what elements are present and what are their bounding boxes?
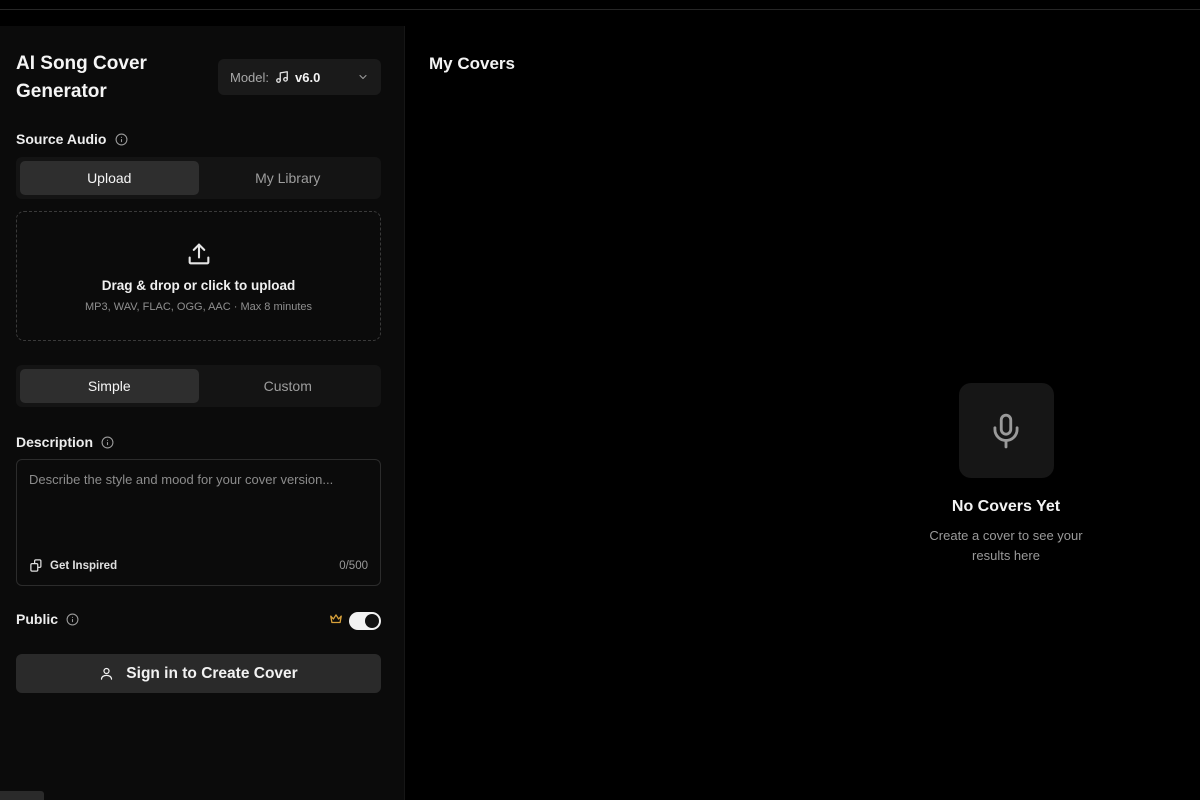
description-label: Description xyxy=(16,434,94,450)
microphone-icon-box xyxy=(958,383,1054,478)
description-input[interactable] xyxy=(17,460,380,550)
sign-in-label: Sign in to Create Cover xyxy=(126,664,298,682)
dropzone-formats: MP3, WAV, FLAC, OGG, AAC · Max 8 minutes xyxy=(85,300,312,313)
empty-state: No Covers Yet Create a cover to see your… xyxy=(906,383,1106,566)
source-tabs: Upload My Library xyxy=(16,157,381,199)
info-icon[interactable] xyxy=(66,613,79,626)
info-icon[interactable] xyxy=(115,133,128,146)
get-inspired-button[interactable]: Get Inspired xyxy=(29,558,117,573)
sign-in-create-cover-button[interactable]: Sign in to Create Cover xyxy=(16,654,381,693)
covers-title: My Covers xyxy=(429,54,515,73)
music-note-icon xyxy=(275,70,289,84)
public-toggle[interactable] xyxy=(349,612,381,630)
app-title: AI Song Cover Generator xyxy=(16,53,147,102)
dropzone-title: Drag & drop or click to upload xyxy=(101,277,296,293)
upload-icon xyxy=(185,240,213,268)
toggle-knob xyxy=(365,614,379,628)
model-select[interactable]: Model: v6.0 xyxy=(218,59,381,95)
top-bar xyxy=(0,0,1200,10)
covers-panel: My Covers No Covers Yet Create a cover t… xyxy=(406,26,1200,800)
user-icon xyxy=(99,666,114,681)
upload-dropzone[interactable]: Drag & drop or click to upload MP3, WAV,… xyxy=(16,211,381,341)
tab-custom[interactable]: Custom xyxy=(199,369,378,403)
crown-icon xyxy=(329,612,343,626)
get-inspired-label: Get Inspired xyxy=(50,559,118,572)
empty-title: No Covers Yet xyxy=(951,498,1061,515)
model-version: v6.0 xyxy=(295,69,321,85)
microphone-icon xyxy=(987,412,1025,450)
empty-subtitle: Create a cover to see your results here xyxy=(929,528,1083,563)
info-icon[interactable] xyxy=(101,436,114,449)
tab-my-library[interactable]: My Library xyxy=(199,161,378,195)
description-box: Get Inspired 0/500 xyxy=(16,459,381,586)
source-audio-label: Source Audio xyxy=(16,131,107,147)
sparkle-cards-icon xyxy=(29,558,44,573)
public-heading: Public xyxy=(16,611,381,627)
char-counter: 0/500 xyxy=(339,560,368,572)
tab-simple[interactable]: Simple xyxy=(20,369,199,403)
generator-panel: AI Song Cover Generator Model: v6.0 Sour… xyxy=(0,26,405,800)
model-label: Model: xyxy=(230,69,270,85)
public-row: Public xyxy=(16,611,381,631)
corner-tab[interactable] xyxy=(0,791,44,800)
chevron-down-icon xyxy=(357,71,369,83)
public-label: Public xyxy=(16,611,59,627)
source-audio-heading: Source Audio xyxy=(16,131,128,147)
tab-upload[interactable]: Upload xyxy=(20,161,199,195)
description-heading: Description xyxy=(16,434,114,450)
mode-tabs: Simple Custom xyxy=(16,365,381,407)
